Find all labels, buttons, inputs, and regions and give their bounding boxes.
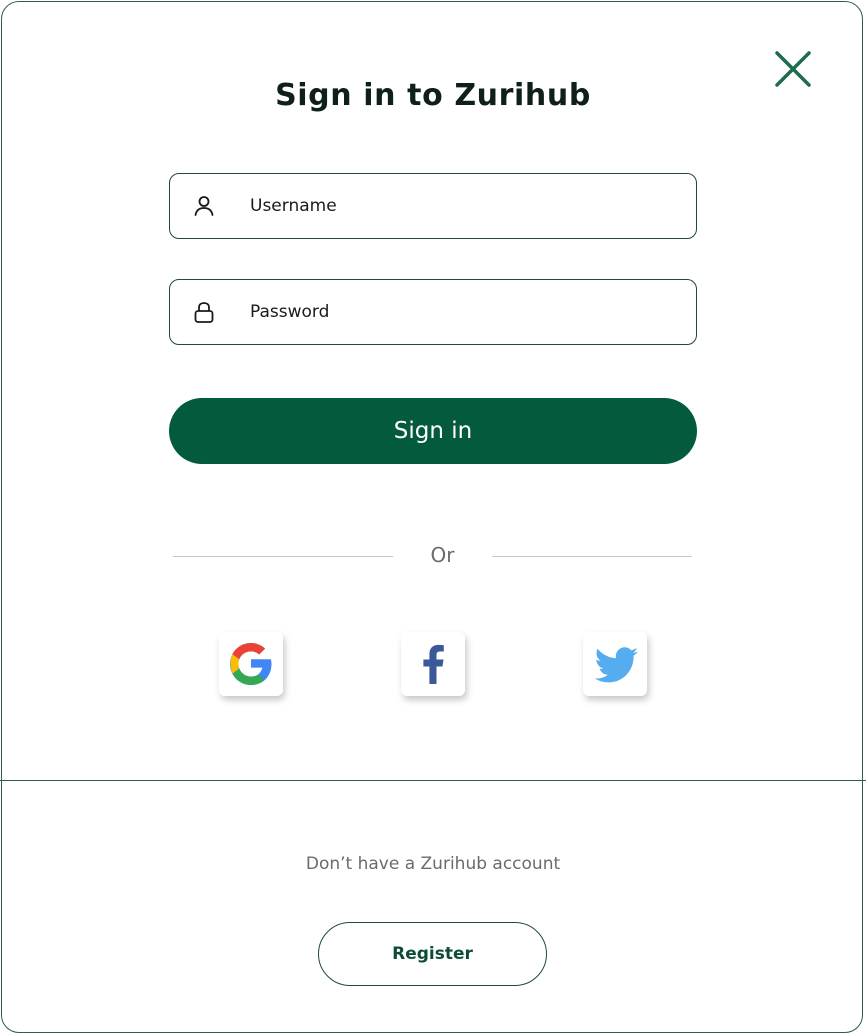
lock-icon <box>192 300 216 324</box>
register-prompt: Don’t have a Zurihub account <box>305 854 561 874</box>
sign-in-modal <box>1 1 863 1033</box>
sign-in-button[interactable]: Sign in <box>169 398 697 464</box>
facebook-icon <box>423 644 444 684</box>
divider-line-left <box>173 556 393 557</box>
twitter-sign-in-button[interactable] <box>583 632 647 696</box>
facebook-sign-in-button[interactable] <box>401 632 465 696</box>
twitter-icon <box>594 647 638 683</box>
google-sign-in-button[interactable] <box>219 632 283 696</box>
password-field[interactable] <box>169 279 697 345</box>
modal-title: Sign in to Zurihub <box>275 78 591 113</box>
username-input[interactable] <box>250 186 670 226</box>
username-field[interactable] <box>169 173 697 239</box>
footer-divider <box>0 780 866 781</box>
password-input[interactable] <box>250 292 670 332</box>
divider-or-text: Or <box>430 543 455 567</box>
google-icon <box>230 643 272 685</box>
register-button[interactable]: Register <box>318 922 547 986</box>
user-icon <box>192 194 216 218</box>
divider-line-right <box>492 556 692 557</box>
